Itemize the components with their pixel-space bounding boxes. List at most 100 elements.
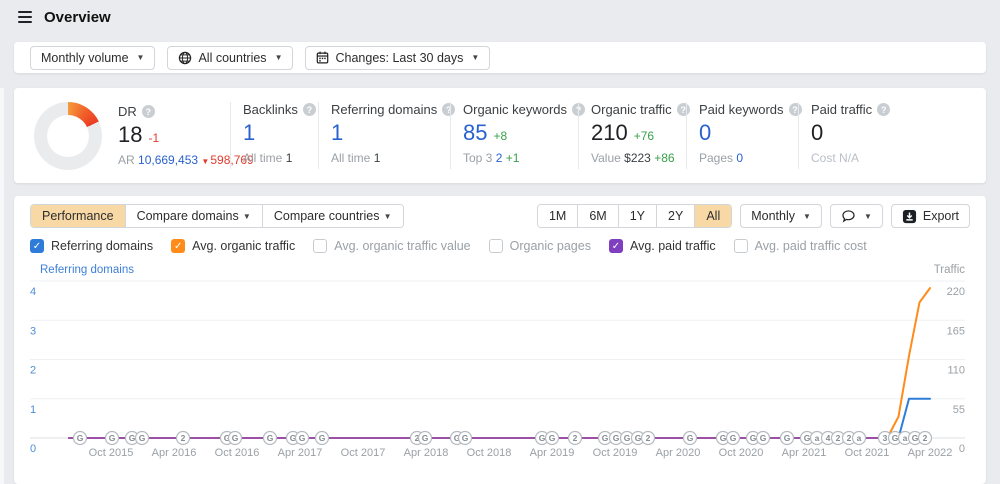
tab-compare-domains[interactable]: Compare domains ▼ <box>125 205 262 227</box>
event-marker-label: G <box>624 433 631 443</box>
chevron-down-icon: ▼ <box>275 53 283 62</box>
referring-domains-value[interactable]: 1 <box>331 120 442 146</box>
series-legend: ✓Referring domains✓Avg. organic trafficA… <box>30 239 970 253</box>
legend-item-avg-organic-traffic[interactable]: ✓ Avg. organic traffic <box>171 239 295 253</box>
x-axis-tick: Apr 2020 <box>656 447 701 459</box>
ar-value[interactable]: 10,669,453 <box>138 153 198 167</box>
legend-label-avg-organic-traffic: Avg. organic traffic <box>192 239 295 253</box>
help-icon[interactable]: ? <box>142 105 155 118</box>
app-header: Overview <box>0 0 1000 34</box>
performance-card: Performance Compare domains ▼ Compare co… <box>14 196 986 484</box>
event-marker-label: G <box>232 433 239 443</box>
x-axis-tick: Apr 2018 <box>404 447 449 459</box>
range-2y[interactable]: 2Y <box>656 205 694 227</box>
event-marker-label: G <box>760 433 767 443</box>
x-axis-tick: Oct 2015 <box>89 447 134 459</box>
legend-item-organic-pages[interactable]: Organic pages <box>489 239 591 253</box>
export-label: Export <box>923 209 959 223</box>
checkbox-referring-domains[interactable]: ✓ <box>30 239 44 253</box>
help-icon[interactable]: ? <box>877 103 890 116</box>
checkbox-avg-organic-traffic[interactable]: ✓ <box>171 239 185 253</box>
export-button[interactable]: Export <box>891 204 970 228</box>
changes-dropdown[interactable]: Changes: Last 30 days ▼ <box>305 46 490 70</box>
metrics-card: DR? 18-1 AR 10,669,453 ▼598,769 Backlink… <box>14 88 986 183</box>
dr-gauge <box>34 102 102 170</box>
tab-compare-countries[interactable]: Compare countries ▼ <box>262 205 403 227</box>
event-marker-label: G <box>750 433 757 443</box>
left-axis-tick: 1 <box>30 404 36 416</box>
left-axis-tick: 2 <box>30 365 36 377</box>
event-marker-label: 2 <box>923 433 928 443</box>
event-marker-label: 2 <box>573 433 578 443</box>
x-axis-tick: Oct 2018 <box>467 447 512 459</box>
x-axis-tick: Apr 2019 <box>530 447 575 459</box>
event-marker-label: G <box>109 433 116 443</box>
event-marker-label: G <box>422 433 429 443</box>
checkbox-organic-pages[interactable] <box>489 239 503 253</box>
checkbox-avg-paid-traffic[interactable]: ✓ <box>609 239 623 253</box>
range-1y[interactable]: 1Y <box>618 205 656 227</box>
legend-item-avg-organic-traffic-value[interactable]: Avg. organic traffic value <box>313 239 470 253</box>
checkbox-avg-organic-traffic-value[interactable] <box>313 239 327 253</box>
notes-dropdown[interactable]: ▼ <box>830 204 883 228</box>
paid-keywords-metric: Paid keywords? 0 Pages 0 <box>686 102 798 169</box>
globe-icon <box>178 51 192 65</box>
right-axis-title: Traffic <box>934 264 966 276</box>
right-axis-tick: 55 <box>953 404 965 416</box>
legend-item-referring-domains[interactable]: ✓Referring domains <box>30 239 153 253</box>
menu-icon[interactable] <box>18 11 32 23</box>
x-axis-tick: Oct 2017 <box>341 447 386 459</box>
event-marker-label: G <box>299 433 306 443</box>
view-tabs: Performance Compare domains ▼ Compare co… <box>30 204 404 228</box>
organic-keywords-value[interactable]: 85+8 <box>463 120 570 146</box>
event-marker-label: G <box>804 433 811 443</box>
legend-item-avg-paid-traffic-cost[interactable]: Avg. paid traffic cost <box>734 239 867 253</box>
monthly-volume-label: Monthly volume <box>41 51 129 65</box>
event-marker-label: 4 <box>826 433 831 443</box>
performance-chart: Referring domainsTraffic4321022016511055… <box>30 263 986 478</box>
paid-keywords-value[interactable]: 0 <box>699 120 790 146</box>
event-marker-label: G <box>267 433 274 443</box>
granularity-label: Monthly <box>751 209 795 223</box>
left-axis-tick: 4 <box>30 286 36 298</box>
chevron-down-icon: ▼ <box>471 53 479 62</box>
chevron-down-icon: ▼ <box>381 212 391 221</box>
calendar-icon <box>316 51 329 64</box>
event-marker-label: a <box>857 433 862 443</box>
page-title: Overview <box>44 9 111 26</box>
changes-label: Changes: Last 30 days <box>335 51 463 65</box>
countries-dropdown[interactable]: All countries ▼ <box>167 46 293 70</box>
series-line-avg-organic-traffic <box>69 288 930 438</box>
right-axis-tick: 220 <box>947 286 965 298</box>
event-marker-label: G <box>462 433 469 443</box>
checkbox-avg-paid-traffic-cost[interactable] <box>734 239 748 253</box>
range-all[interactable]: All <box>694 205 731 227</box>
legend-item-avg-paid-traffic[interactable]: ✓Avg. paid traffic <box>609 239 716 253</box>
help-icon[interactable]: ? <box>303 103 316 116</box>
comment-bubble-icon <box>841 209 856 223</box>
granularity-dropdown[interactable]: Monthly ▼ <box>740 204 822 228</box>
monthly-volume-dropdown[interactable]: Monthly volume ▼ <box>30 46 155 70</box>
event-marker-label: G <box>129 433 136 443</box>
event-marker-label: 2 <box>181 433 186 443</box>
event-marker-label: G <box>602 433 609 443</box>
x-axis-tick: Apr 2021 <box>782 447 827 459</box>
range-6m[interactable]: 6M <box>577 205 617 227</box>
chart-toolbar: Performance Compare domains ▼ Compare co… <box>30 204 970 228</box>
event-marker-label: G <box>687 433 694 443</box>
paid-traffic-value: 0 <box>811 120 966 146</box>
tab-performance[interactable]: Performance <box>31 205 125 227</box>
chevron-down-icon: ▼ <box>864 212 872 221</box>
event-marker-label: G <box>635 433 642 443</box>
download-icon <box>902 209 917 224</box>
x-axis-tick: Apr 2022 <box>908 447 953 459</box>
backlinks-value[interactable]: 1 <box>243 120 310 146</box>
x-axis-tick: Apr 2017 <box>278 447 323 459</box>
backlinks-metric: Backlinks? 1 All time 1 <box>230 102 318 169</box>
left-axis-tick: 0 <box>30 443 36 455</box>
range-1m[interactable]: 1M <box>538 205 577 227</box>
performance-chart-svg: Referring domainsTraffic4321022016511055… <box>30 263 986 478</box>
decrease-icon: ▼ <box>201 157 209 166</box>
event-marker-label: G <box>912 433 919 443</box>
event-marker-label: G <box>720 433 727 443</box>
